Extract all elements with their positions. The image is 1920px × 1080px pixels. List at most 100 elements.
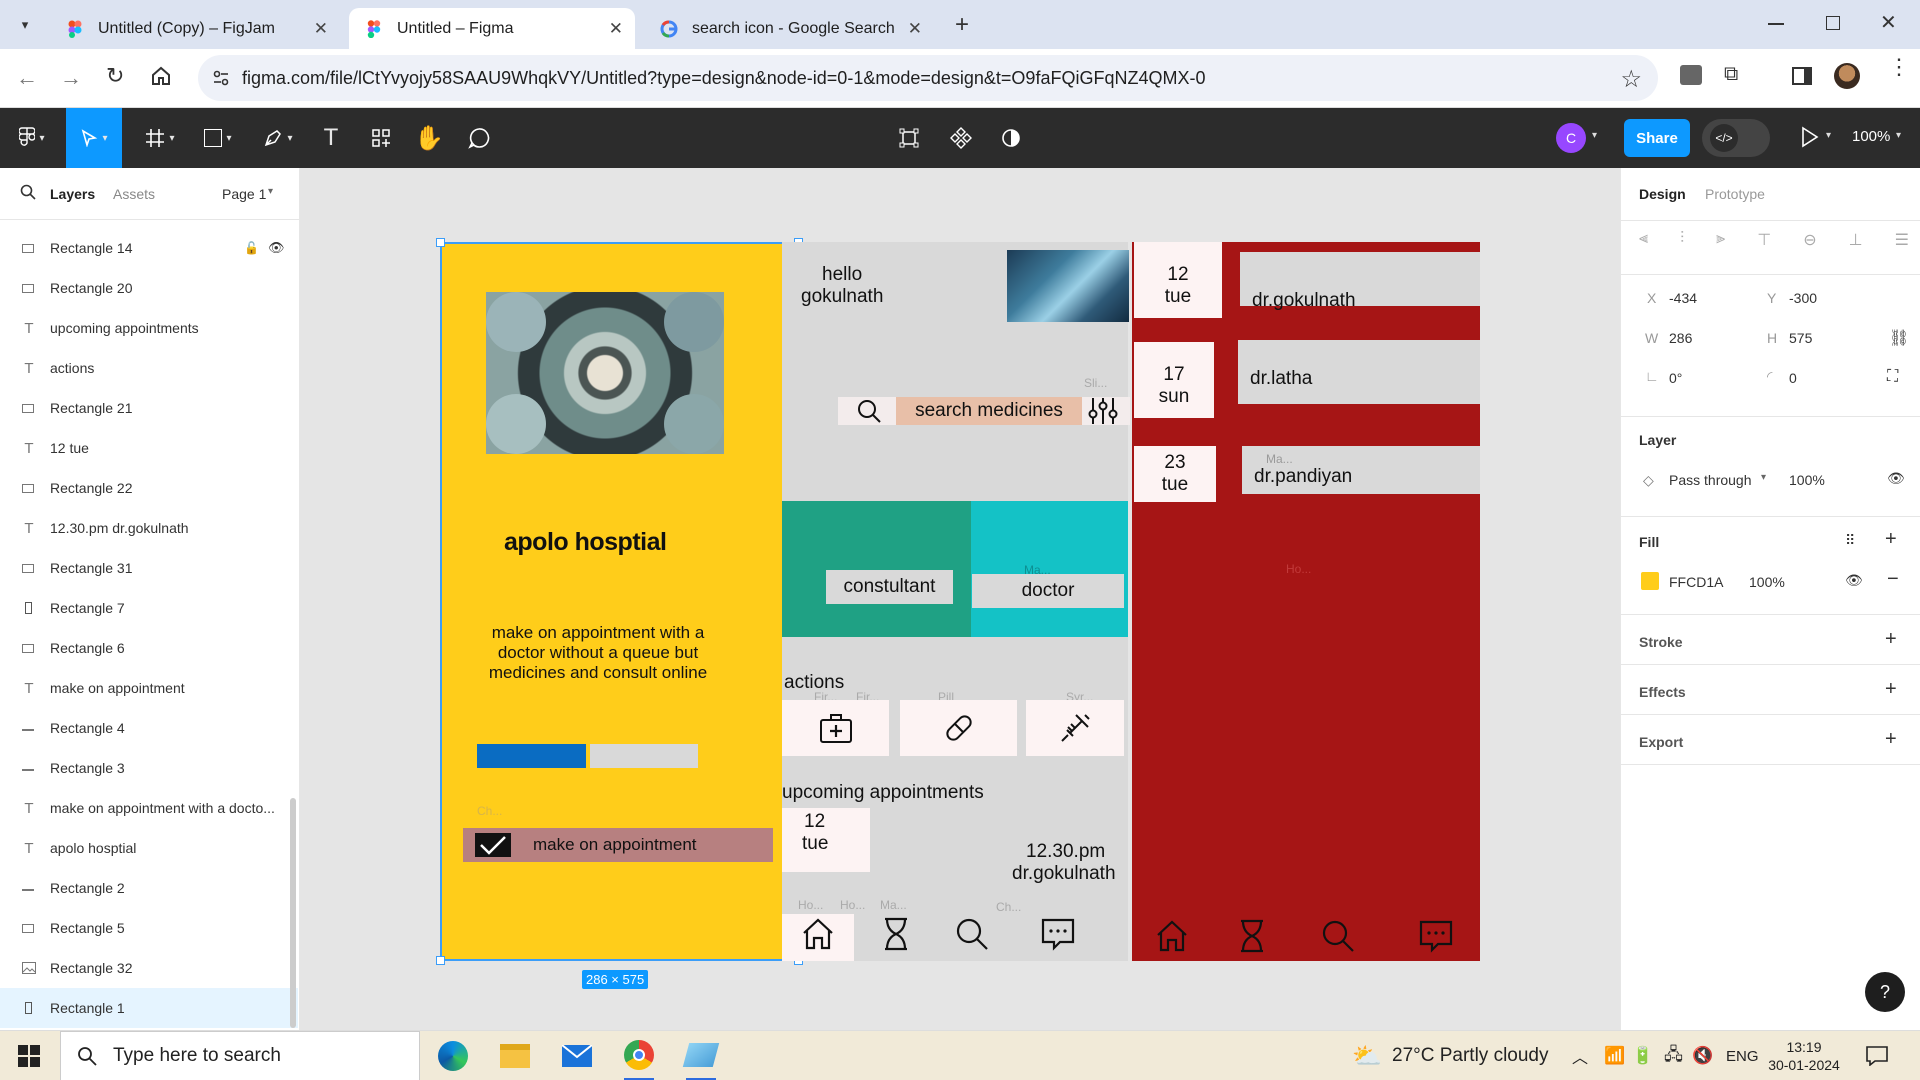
language-indicator[interactable]: ENG xyxy=(1726,1031,1759,1080)
appointment-day[interactable]: 17 xyxy=(1134,364,1214,386)
frame-tool-icon[interactable]: ▾ xyxy=(140,108,180,168)
search-medicines-bar[interactable]: search medicines xyxy=(838,397,1130,425)
minimize-icon[interactable] xyxy=(1768,23,1784,25)
user-avatar[interactable]: C xyxy=(1556,123,1586,153)
page-selector[interactable]: Page 1 xyxy=(222,186,266,202)
upcoming-doctor[interactable]: dr.gokulnath xyxy=(1012,863,1116,885)
w-field[interactable]: 286 xyxy=(1669,330,1692,346)
corner-radius-field[interactable]: 0 xyxy=(1789,370,1797,386)
zoom-dropdown-icon[interactable]: ▾ xyxy=(1896,130,1901,141)
dev-mode-toggle[interactable]: </> xyxy=(1702,119,1770,157)
add-fill-icon[interactable]: + xyxy=(1885,528,1897,551)
remove-fill-icon[interactable]: − xyxy=(1887,568,1899,591)
design-canvas[interactable]: apolo hosptial make on appointment with … xyxy=(300,168,1620,1030)
sidepanel-icon[interactable] xyxy=(1792,67,1812,85)
add-export-icon[interactable]: + xyxy=(1885,728,1897,751)
y-field[interactable]: -300 xyxy=(1789,290,1817,306)
consultant-panel[interactable] xyxy=(782,501,971,637)
layer-row[interactable]: Rectangle 20 xyxy=(0,268,298,308)
tab-assets[interactable]: Assets xyxy=(113,186,155,202)
tab-design[interactable]: Design xyxy=(1639,186,1686,202)
home-icon[interactable] xyxy=(1154,918,1190,954)
new-tab-button[interactable]: + xyxy=(948,12,976,40)
figma-menu-icon[interactable]: ▾ xyxy=(12,108,52,168)
greeting-line2[interactable]: gokulnath xyxy=(801,286,883,308)
browser-menu-icon[interactable]: ⋮ xyxy=(1888,56,1910,78)
layer-row[interactable]: Rectangle 31 xyxy=(0,548,298,588)
file-explorer-icon[interactable] xyxy=(500,1031,530,1080)
layer-row[interactable]: Rectangle 7 xyxy=(0,588,298,628)
shape-tool-icon[interactable]: ▾ xyxy=(198,108,238,168)
url-field[interactable]: figma.com/file/lCtYvyojy58SAAU9WhqkVY/Un… xyxy=(198,55,1658,101)
upcoming-appointments-title[interactable]: upcoming appointments xyxy=(782,782,984,804)
layer-row[interactable]: Rectangle 2 xyxy=(0,868,298,908)
comment-tool-icon[interactable] xyxy=(464,108,494,168)
profile-avatar[interactable] xyxy=(1834,63,1860,89)
mail-icon[interactable] xyxy=(562,1031,592,1080)
puzzle-icon[interactable]: ⧉ xyxy=(1724,63,1738,86)
layer-row[interactable]: T 12.30.pm dr.gokulnath xyxy=(0,508,298,548)
present-play-icon[interactable] xyxy=(1800,126,1820,148)
filter-sliders-icon[interactable] xyxy=(1086,396,1120,426)
search-layers-icon[interactable] xyxy=(20,184,36,200)
add-stroke-icon[interactable]: + xyxy=(1885,628,1897,651)
layer-row[interactable]: Rectangle 6 xyxy=(0,628,298,668)
component-icon[interactable] xyxy=(946,108,976,168)
upcoming-date-weekday[interactable]: tue xyxy=(802,833,828,855)
tray-chevron-icon[interactable]: ︿ xyxy=(1572,1031,1588,1080)
upcoming-date-day[interactable]: 12 xyxy=(804,811,825,833)
appointment-doctor-name[interactable]: dr.pandiyan xyxy=(1254,466,1352,488)
fill-hex-field[interactable]: FFCD1A xyxy=(1669,574,1723,590)
layer-row[interactable]: Tapolo hosptial xyxy=(0,828,298,868)
layer-row[interactable]: Tactions xyxy=(0,348,298,388)
appointment-weekday[interactable]: sun xyxy=(1134,386,1214,408)
forward-icon[interactable]: → xyxy=(60,65,82,91)
chevron-down-icon[interactable]: ▾ xyxy=(268,186,273,197)
edge-icon[interactable] xyxy=(438,1031,468,1080)
greeting-line1[interactable]: hello xyxy=(822,264,862,286)
selection-handle[interactable] xyxy=(436,238,445,247)
layer-row[interactable]: Rectangle 5 xyxy=(0,908,298,948)
avatar-dropdown-icon[interactable]: ▾ xyxy=(1592,130,1597,141)
tab-prototype[interactable]: Prototype xyxy=(1705,186,1765,202)
visibility-eye-icon[interactable]: 👁 xyxy=(268,240,285,256)
pill-action[interactable] xyxy=(900,700,1017,756)
hourglass-icon[interactable] xyxy=(878,916,914,952)
share-button[interactable]: Share xyxy=(1624,119,1690,157)
align-left-icon[interactable]: ⫷ xyxy=(1639,230,1648,260)
blend-mode-select[interactable]: Pass through xyxy=(1669,472,1752,488)
back-icon[interactable]: ← xyxy=(16,65,38,91)
reload-icon[interactable]: ↻ xyxy=(106,63,124,89)
layer-row[interactable]: Rectangle 14 🔓 👁 xyxy=(0,228,298,268)
extension-icon[interactable] xyxy=(1680,65,1702,85)
appointment-doctor-name[interactable]: dr.gokulnath xyxy=(1252,290,1356,312)
lock-icon[interactable]: 🔓 xyxy=(244,241,259,255)
tab-search-dropdown[interactable]: ▾ xyxy=(10,10,40,40)
appointment-day[interactable]: 12 xyxy=(1134,264,1222,286)
layer-row[interactable]: Rectangle 4 xyxy=(0,708,298,748)
weather-icon[interactable]: ⛅ xyxy=(1352,1031,1382,1080)
appointment-doctor-name[interactable]: dr.latha xyxy=(1250,368,1312,390)
volume-muted-icon[interactable]: 🔇 xyxy=(1692,1031,1713,1080)
home-icon[interactable] xyxy=(150,65,172,87)
taskbar-search-box[interactable]: Type here to search xyxy=(60,1031,420,1080)
rotation-field[interactable]: 0° xyxy=(1669,370,1682,386)
fill-opacity-field[interactable]: 100% xyxy=(1749,574,1785,590)
close-tab-icon[interactable]: ✕ xyxy=(908,19,922,39)
align-top-icon[interactable]: ⊤ xyxy=(1757,230,1771,260)
search-icon[interactable] xyxy=(856,398,882,424)
consultant-button[interactable]: constultant xyxy=(826,570,953,604)
layer-row[interactable]: Tmake on appointment xyxy=(0,668,298,708)
chrome-icon[interactable] xyxy=(624,1031,654,1080)
notification-icon[interactable] xyxy=(1866,1031,1888,1080)
home-icon[interactable] xyxy=(800,916,836,952)
chevron-down-icon[interactable]: ▾ xyxy=(1761,472,1766,483)
app-icon[interactable] xyxy=(682,1031,720,1080)
tab-google[interactable]: search icon - Google Search ✕ xyxy=(644,8,934,49)
appointment-weekday[interactable]: tue xyxy=(1134,286,1222,308)
layer-row[interactable]: Rectangle 22 xyxy=(0,468,298,508)
align-center-h-icon[interactable]: ⫶ xyxy=(1680,230,1684,260)
distribute-icon[interactable]: ☰ xyxy=(1895,230,1909,260)
weather-text[interactable]: 27°C Partly cloudy xyxy=(1392,1031,1549,1080)
chat-icon[interactable] xyxy=(1040,916,1076,952)
